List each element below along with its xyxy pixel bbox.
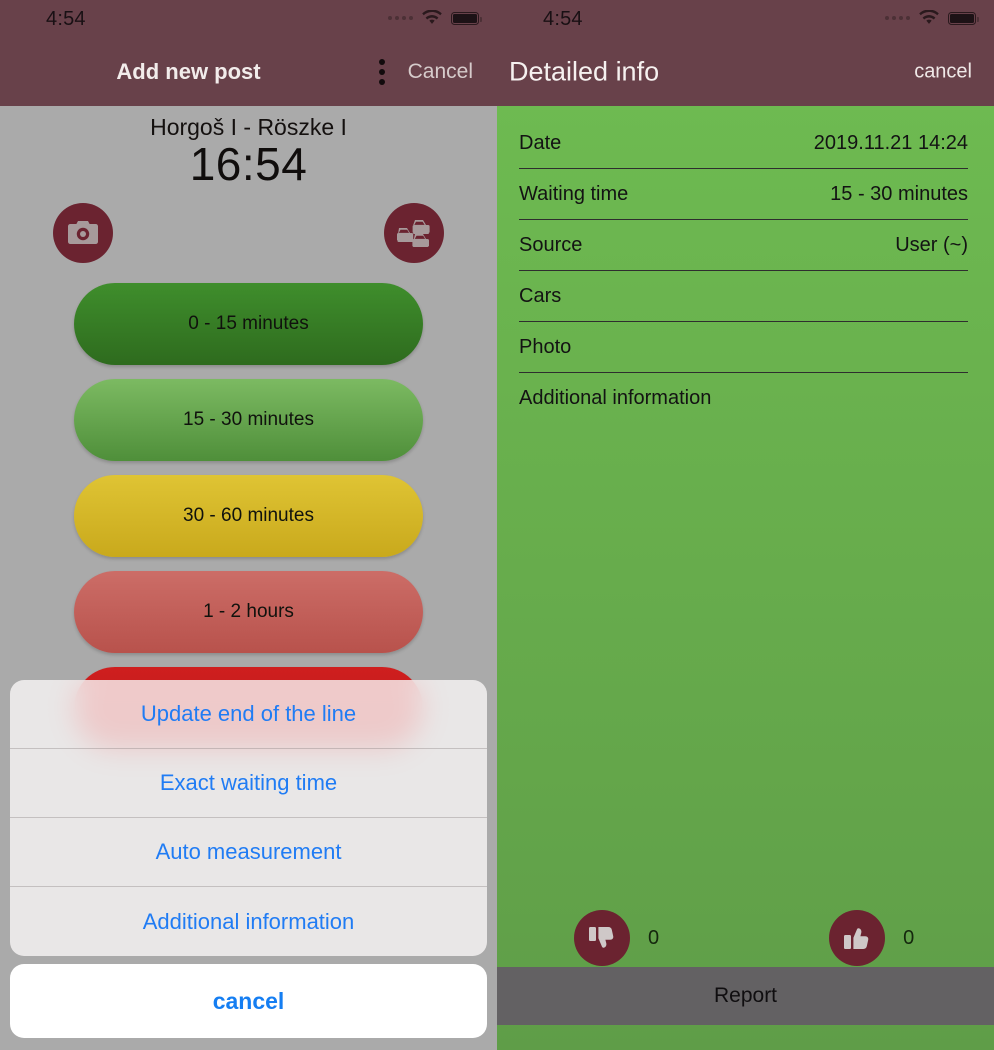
table-row[interactable]: Date 2019.11.21 14:24 <box>519 118 968 169</box>
detail-value: 15 - 30 minutes <box>830 183 968 205</box>
table-row[interactable]: Additional information <box>519 373 968 423</box>
table-row[interactable]: Waiting time 15 - 30 minutes <box>519 169 968 220</box>
table-row[interactable]: Cars <box>519 271 968 322</box>
status-icons <box>388 10 482 26</box>
waiting-option-3[interactable]: 1 - 2 hours <box>74 571 423 653</box>
upvote-button[interactable] <box>829 910 886 966</box>
status-clock: 4:54 <box>46 8 86 30</box>
action-sheet-item-exact-waiting-time[interactable]: Exact waiting time <box>10 749 487 818</box>
downvote-group: 0 <box>574 910 659 966</box>
detailed-info-screen: 4:54 Detailed info cancel Date 2019.11.2… <box>497 0 994 1050</box>
page-title: Detailed info <box>509 56 660 87</box>
cars-button[interactable] <box>384 203 444 263</box>
status-bar-left: 4:54 <box>0 0 497 38</box>
camera-icon <box>68 221 98 244</box>
action-sheet: Update end of the line Exact waiting tim… <box>10 680 487 1038</box>
detail-value: 2019.11.21 14:24 <box>813 132 968 154</box>
detail-label: Additional information <box>519 387 712 409</box>
action-sheet-options: Update end of the line Exact waiting tim… <box>10 680 487 956</box>
detail-label: Cars <box>519 285 562 307</box>
wifi-icon <box>919 10 939 24</box>
detail-label: Waiting time <box>519 183 629 205</box>
detail-value: User (~) <box>895 234 968 256</box>
downvote-count: 0 <box>648 926 660 949</box>
thumbs-down-icon <box>589 927 614 948</box>
vote-row: 0 0 <box>497 910 994 966</box>
waiting-option-2[interactable]: 30 - 60 minutes <box>74 475 423 557</box>
battery-icon <box>948 11 979 25</box>
detail-rows: Date 2019.11.21 14:24 Waiting time 15 - … <box>497 106 994 423</box>
waiting-option-label: 0 - 15 minutes <box>188 313 309 334</box>
downvote-button[interactable] <box>574 910 630 966</box>
signal-dots-icon <box>885 16 910 20</box>
action-sheet-item-update-end-of-line[interactable]: Update end of the line <box>10 680 487 749</box>
cancel-button[interactable]: cancel <box>914 61 972 84</box>
detail-label: Source <box>519 234 583 256</box>
quick-action-row <box>0 203 497 273</box>
action-sheet-item-additional-information[interactable]: Additional information <box>10 887 487 956</box>
waiting-option-label: 1 - 2 hours <box>203 601 294 622</box>
navbar-left: Add new post Cancel <box>0 38 497 106</box>
action-sheet-cancel-button[interactable]: cancel <box>10 964 487 1038</box>
detail-label: Photo <box>519 336 572 358</box>
upvote-group: 0 <box>829 910 914 966</box>
report-button[interactable]: Report <box>497 967 994 1025</box>
cancel-button[interactable]: Cancel <box>408 60 473 84</box>
wifi-icon <box>422 10 442 24</box>
thumbs-up-icon <box>844 928 869 949</box>
status-bar-right: 4:54 <box>497 0 994 38</box>
signal-dots-icon <box>388 16 413 20</box>
traffic-cars-icon <box>397 220 430 247</box>
table-row[interactable]: Photo <box>519 322 968 373</box>
table-row[interactable]: Source User (~) <box>519 220 968 271</box>
crossing-time: 16:54 <box>189 138 308 190</box>
navbar-right: Detailed info cancel <box>497 38 994 106</box>
detail-label: Date <box>519 132 562 154</box>
battery-icon <box>451 11 482 25</box>
waiting-option-label: 30 - 60 minutes <box>183 505 314 526</box>
kebab-menu-icon[interactable] <box>375 55 389 89</box>
waiting-option-0[interactable]: 0 - 15 minutes <box>74 283 423 365</box>
action-sheet-item-auto-measurement[interactable]: Auto measurement <box>10 818 487 887</box>
status-icons <box>885 10 979 26</box>
upvote-count: 0 <box>903 926 915 949</box>
waiting-option-label: 15 - 30 minutes <box>183 409 314 430</box>
waiting-option-1[interactable]: 15 - 30 minutes <box>74 379 423 461</box>
add-new-post-screen: 4:54 Add new post Cancel Horgoš I - Rösz… <box>0 0 497 1050</box>
status-clock: 4:54 <box>543 8 583 30</box>
camera-button[interactable] <box>53 203 113 263</box>
dual-screen-container: 4:54 Add new post Cancel Horgoš I - Rösz… <box>0 0 994 1050</box>
